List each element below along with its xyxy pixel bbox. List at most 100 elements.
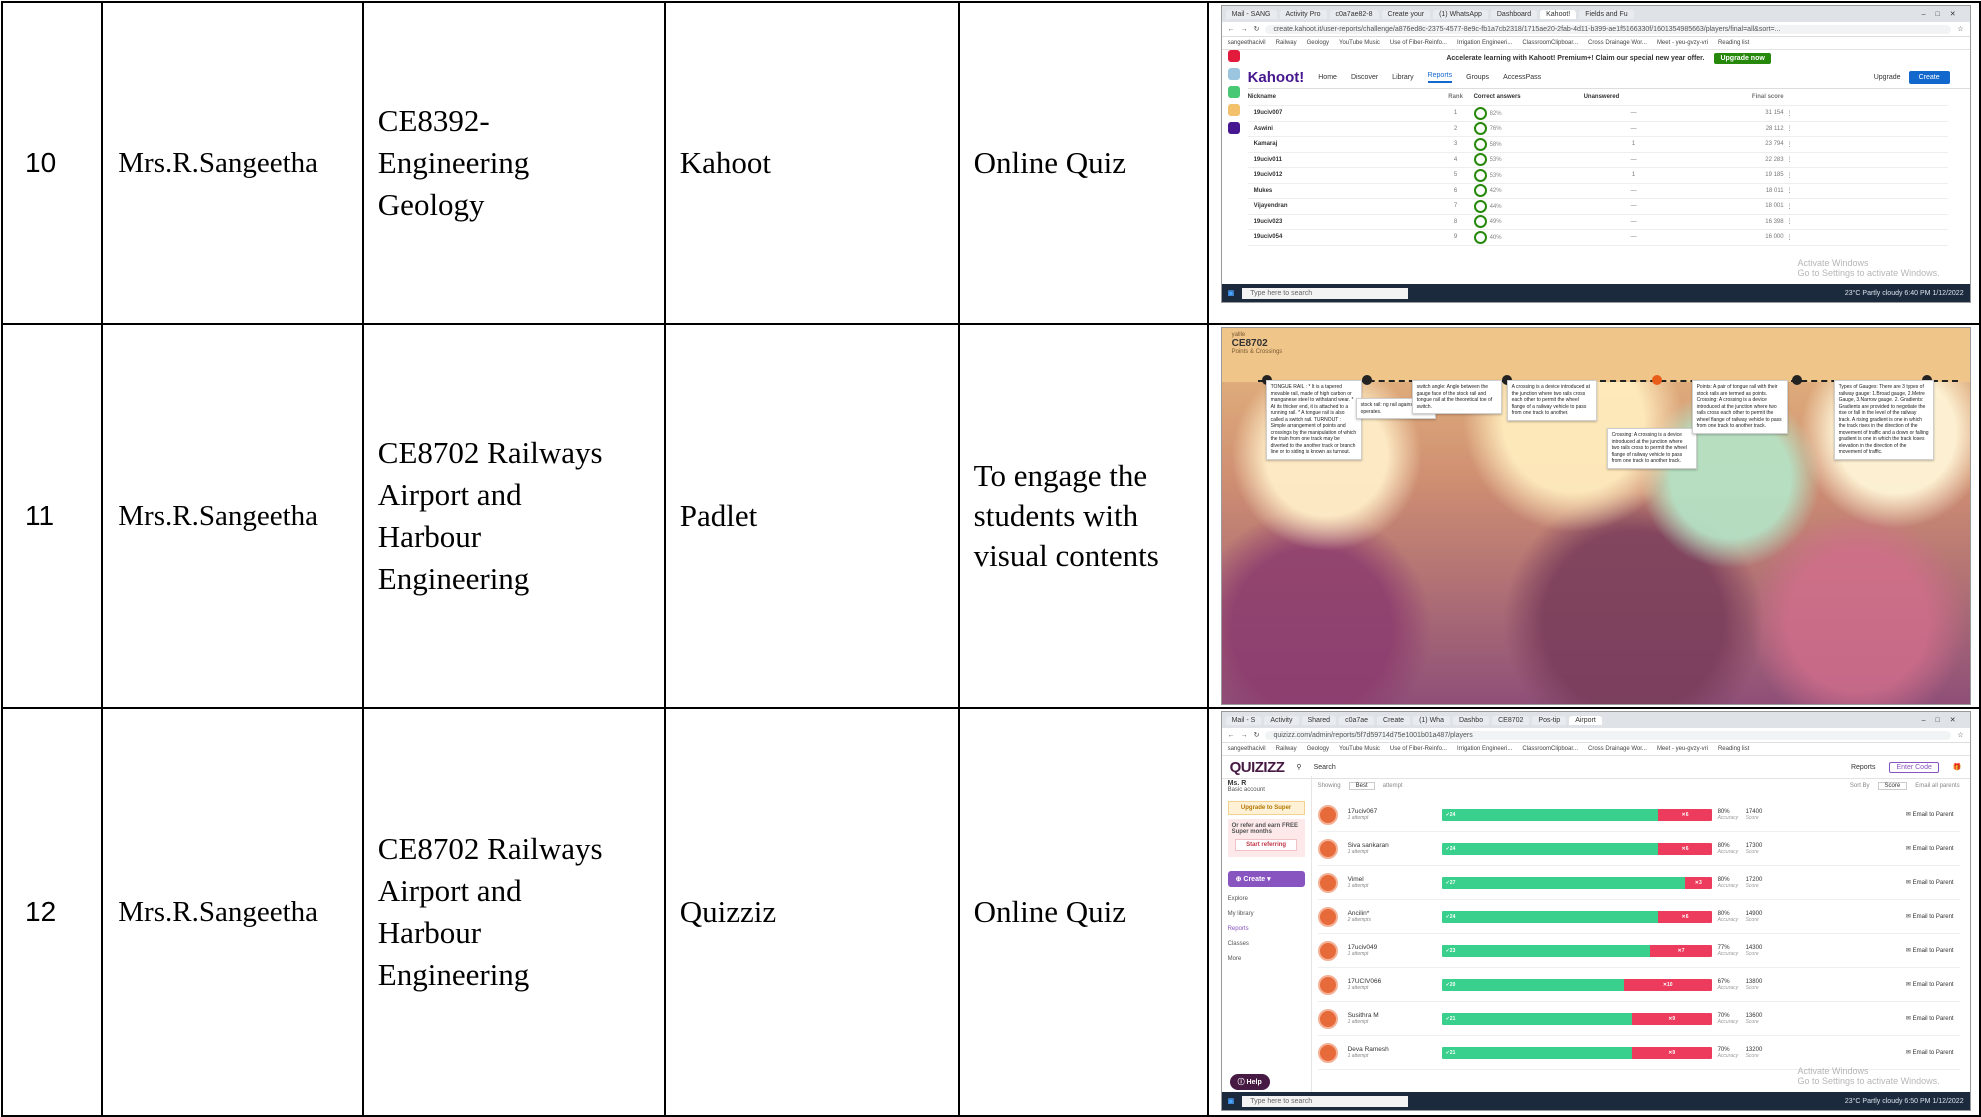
unanswered-count: 1 bbox=[1631, 141, 1636, 148]
bookmark-item: sangeethacivil bbox=[1227, 40, 1266, 46]
enter-code-button: Enter Code bbox=[1889, 761, 1939, 773]
back-icon: ← bbox=[1227, 731, 1235, 739]
star-icon: ☆ bbox=[1957, 732, 1964, 739]
score-bar: ✓ 24 ✕ 6 bbox=[1441, 842, 1712, 855]
browser-tab: Create bbox=[1377, 715, 1411, 725]
accuracy-label: Accuracy bbox=[1717, 916, 1739, 923]
player-name: 17UCIV066 bbox=[1347, 978, 1382, 985]
incorrect-count: 9 bbox=[1672, 1049, 1676, 1056]
course-line: Engineering bbox=[377, 957, 530, 992]
quizizz-logo: QUIZIZZ bbox=[1229, 758, 1285, 776]
score-stat: 14300 Score bbox=[1746, 945, 1786, 957]
table-row: 19uciv023 8 49% — 16 398 ⋮ bbox=[1247, 215, 1948, 230]
app-icon bbox=[1227, 86, 1240, 98]
player-name-block: Deva Ramesh 1 attempt bbox=[1348, 1046, 1442, 1059]
score-label: Score bbox=[1745, 1018, 1759, 1025]
url-field: quizizz.com/admin/reports/5f7d59714d75e1… bbox=[1265, 730, 1952, 740]
url-field: create.kahoot.it/user-reports/challenge/… bbox=[1265, 24, 1952, 34]
email-parent-label: Email to Parent bbox=[1912, 982, 1954, 988]
banner-text: Accelerate learning with Kahoot! Premium… bbox=[1446, 54, 1705, 62]
card-text: A crossing is a device introduced at the… bbox=[1511, 384, 1590, 416]
incorrect-segment: ✕ 7 bbox=[1650, 944, 1712, 957]
attempts-count: 2 attempts bbox=[1347, 917, 1371, 923]
upgrade-button: Upgrade bbox=[1873, 73, 1901, 81]
taskbar: ▣ Type here to search 23°C Partly cloudy… bbox=[1221, 1092, 1970, 1110]
purpose: Online Quiz bbox=[957, 1, 1209, 325]
course-name: CE8702 Railways Airport and Harbour Engi… bbox=[361, 323, 666, 709]
course-line: Geology bbox=[377, 187, 485, 222]
col-nickname: Nickname bbox=[1247, 94, 1276, 100]
accuracy-label: Accuracy bbox=[1717, 848, 1739, 855]
more-options-icon: ⋮ bbox=[1786, 188, 1793, 195]
correct-percent: 53% bbox=[1489, 157, 1502, 164]
correct-segment: ✓ 27 bbox=[1441, 876, 1685, 889]
player-nickname: Vijayendran bbox=[1253, 203, 1288, 210]
padlet-card: switch angle: Angle between the gauge fa… bbox=[1411, 380, 1502, 414]
windows-watermark: Activate Windows Go to Settings to activ… bbox=[1798, 258, 1940, 278]
accuracy-stat: 80% Accuracy bbox=[1712, 809, 1746, 821]
final-score: 19 185 bbox=[1765, 172, 1784, 179]
accuracy-stat: 80% Accuracy bbox=[1712, 911, 1746, 923]
progress-ring-icon bbox=[1473, 153, 1487, 167]
filter-label: Showing bbox=[1317, 783, 1341, 789]
browser-tab: Pos-tip bbox=[1532, 715, 1567, 725]
correct-count: 21 bbox=[1449, 1015, 1456, 1022]
progress-ring-icon bbox=[1473, 230, 1487, 244]
upgrade-now-button: Upgrade now bbox=[1714, 52, 1771, 64]
final-score: 16 000 bbox=[1765, 234, 1784, 241]
upgrade-button: Upgrade to Super bbox=[1227, 801, 1305, 815]
bookmark-item: Railway bbox=[1275, 746, 1297, 752]
create-button: ⊕ Create ▾ bbox=[1227, 871, 1305, 887]
bookmark-item: YouTube Music bbox=[1339, 746, 1380, 752]
browser-tab: Airport bbox=[1569, 715, 1602, 725]
col-final-score: Final score bbox=[1751, 94, 1784, 100]
avatar bbox=[1317, 804, 1338, 825]
score-label: Score bbox=[1745, 916, 1759, 923]
table-row: 10 Mrs.R.Sangeetha CE8392- Engineering G… bbox=[0, 1, 1981, 325]
email-all-button: Email all parents bbox=[1915, 783, 1960, 789]
bookmark-item: sangeethacivil bbox=[1227, 746, 1266, 752]
browser-tab: Activity Pro bbox=[1279, 9, 1327, 19]
score-stat: 13600 Score bbox=[1746, 1013, 1786, 1025]
correct-percent: 58% bbox=[1489, 141, 1502, 148]
incorrect-count: 6 bbox=[1685, 913, 1689, 920]
player-nickname: 19uciv054 bbox=[1253, 234, 1283, 241]
player-name: Vimel bbox=[1347, 876, 1364, 883]
more-options-icon: ⋮ bbox=[1786, 234, 1793, 241]
correct-answers: 53% bbox=[1473, 153, 1584, 167]
user-name: Ms. R bbox=[1227, 780, 1247, 787]
promo-banner: Accelerate learning with Kahoot! Premium… bbox=[1248, 50, 1970, 66]
browser-tab: Dashbo bbox=[1452, 715, 1490, 725]
correct-answers: 40% bbox=[1473, 230, 1584, 244]
padlet-screenshot: yallle CE8702 Points & Crossings TONGUE … bbox=[1220, 327, 1971, 705]
app-icon bbox=[1227, 50, 1240, 62]
nav-reports: Reports bbox=[1227, 926, 1249, 932]
reports-dropdown: Reports bbox=[1850, 763, 1876, 771]
incorrect-segment: ✕ 9 bbox=[1631, 1046, 1712, 1059]
attempts-count: 1 attempt bbox=[1347, 951, 1369, 957]
score-bar: ✓ 21 ✕ 9 bbox=[1441, 1012, 1712, 1025]
player-name: Siva sankaran bbox=[1347, 842, 1389, 849]
progress-ring-icon bbox=[1473, 122, 1487, 136]
progress-ring-icon bbox=[1473, 168, 1487, 182]
incorrect-count: 6 bbox=[1685, 811, 1689, 818]
refer-box: Or refer and earn FREE Super months Star… bbox=[1227, 819, 1305, 857]
more-options-icon: ⋮ bbox=[1786, 172, 1793, 179]
kahoot-results-table: Nickname Rank Correct answers Unanswered… bbox=[1247, 89, 1948, 246]
browser-tab: Shared bbox=[1301, 715, 1337, 725]
col-correct: Correct answers bbox=[1473, 94, 1521, 100]
system-tray: 23°C Partly cloudy 6:50 PM 1/12/2022 bbox=[1844, 1097, 1964, 1105]
browser-tab: Kahoot! bbox=[1540, 9, 1577, 19]
course-line: CE8702 Railways bbox=[377, 831, 603, 866]
browser-tab-bar: Mail - S Activity Shared c0a7ae Create (1) Wh… bbox=[1221, 712, 1970, 728]
accuracy-label: Accuracy bbox=[1717, 882, 1739, 889]
col-rank: Rank bbox=[1448, 94, 1463, 100]
padlet-card: Points: A pair of tongue rail with their… bbox=[1691, 380, 1788, 434]
accuracy-label: Accuracy bbox=[1717, 814, 1739, 821]
player-name-block: 17uciv067 1 attempt bbox=[1348, 808, 1442, 821]
final-score: 31 154 bbox=[1765, 110, 1784, 117]
nav-more: More bbox=[1227, 956, 1242, 962]
unanswered-count: 1 bbox=[1631, 172, 1636, 179]
correct-percent: 40% bbox=[1489, 234, 1502, 241]
correct-answers: 53% bbox=[1473, 168, 1584, 182]
